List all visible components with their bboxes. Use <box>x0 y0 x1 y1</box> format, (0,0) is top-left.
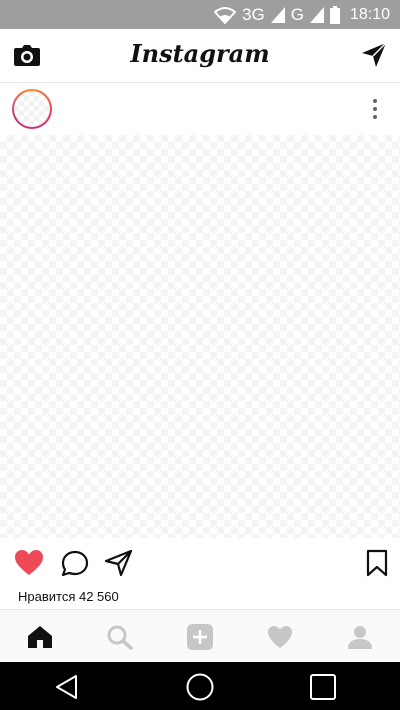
avatar[interactable] <box>12 89 52 129</box>
more-vertical-icon[interactable] <box>372 98 378 120</box>
heart-filled-icon[interactable] <box>14 549 44 577</box>
network-type-label: 3G <box>242 4 265 24</box>
bookmark-icon[interactable] <box>362 549 392 577</box>
likes-count[interactable]: Нравится 42 560 <box>18 589 119 604</box>
home-button-icon[interactable] <box>185 672 215 702</box>
bottom-nav <box>0 609 400 663</box>
add-icon[interactable] <box>186 624 214 650</box>
post-image[interactable] <box>0 135 400 538</box>
activity-heart-icon[interactable] <box>266 624 294 650</box>
app-top-bar: Instagram <box>0 29 400 83</box>
post-header <box>0 83 400 135</box>
wifi-icon <box>214 6 237 24</box>
comment-icon[interactable] <box>60 549 90 577</box>
status-bar: 3G G 18:10 <box>0 0 400 29</box>
share-icon[interactable] <box>104 549 134 577</box>
battery-icon <box>329 5 340 24</box>
search-icon[interactable] <box>106 624 134 650</box>
direct-send-icon[interactable] <box>360 41 388 69</box>
status-icons: 3G G 18:10 <box>214 0 390 29</box>
carrier-label: G <box>290 4 304 24</box>
profile-icon[interactable] <box>346 624 374 650</box>
clock: 18:10 <box>349 5 390 23</box>
signal-icon <box>270 6 285 23</box>
post-actions <box>0 540 400 586</box>
back-icon[interactable] <box>52 672 82 702</box>
system-nav-bar <box>0 662 400 710</box>
signal-icon-2 <box>309 6 324 23</box>
home-icon[interactable] <box>26 624 54 650</box>
recents-icon[interactable] <box>308 672 338 702</box>
app-logo: Instagram <box>130 39 270 68</box>
